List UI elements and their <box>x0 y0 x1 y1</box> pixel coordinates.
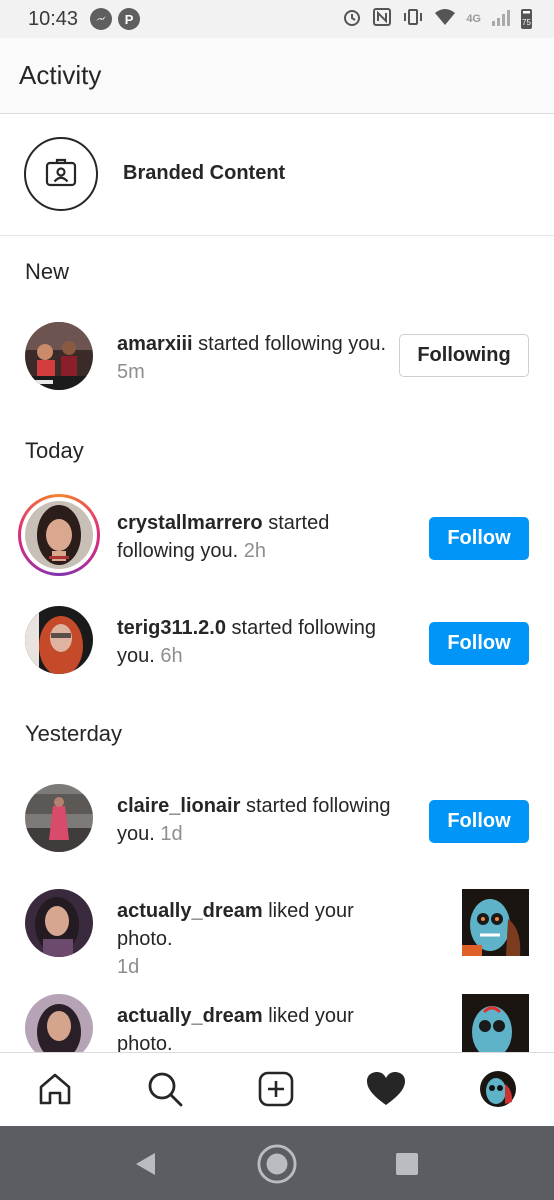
home-icon[interactable] <box>33 1067 77 1111</box>
avatar[interactable] <box>25 606 93 674</box>
new-post-icon[interactable] <box>254 1067 298 1111</box>
branded-content-row[interactable]: Branded Content <box>0 114 554 236</box>
username[interactable]: amarxiii <box>117 333 193 355</box>
recents-icon[interactable] <box>387 1144 427 1184</box>
section-yesterday: Yesterday <box>25 721 123 746</box>
battery-icon: 75 <box>521 9 532 29</box>
photo-thumbnail[interactable] <box>462 889 529 956</box>
wifi-icon <box>434 8 456 30</box>
section-today: Today <box>25 438 84 463</box>
avatar <box>25 501 93 569</box>
username[interactable]: actually_dream <box>117 900 263 922</box>
username[interactable]: claire_lionair <box>117 795 240 817</box>
activity-text: actually_dream liked your photo. 1d <box>117 897 407 981</box>
signal-icon <box>491 8 511 30</box>
follow-button[interactable]: Follow <box>429 517 529 560</box>
photo-thumbnail[interactable] <box>462 994 529 1061</box>
status-left: 10:43 P <box>28 7 141 31</box>
avatar[interactable] <box>25 889 93 957</box>
section-new: New <box>25 259 70 284</box>
avatar[interactable] <box>25 784 93 852</box>
pinterest-icon: P <box>118 8 141 30</box>
story-ring[interactable] <box>18 494 100 576</box>
timestamp: 1d <box>160 823 183 845</box>
messenger-icon <box>90 8 113 30</box>
status-time: 10:43 <box>28 7 79 30</box>
username[interactable]: actually_dream <box>117 1005 263 1027</box>
nfc-icon <box>372 7 392 31</box>
activity-text: claire_lionair started following you. 1d <box>117 792 407 848</box>
activity-row[interactable]: amarxiii started following you. 5m Follo… <box>0 311 554 401</box>
activity-row[interactable]: crystallmarrero started following you. 2… <box>0 490 554 580</box>
activity-row[interactable]: terig311.2.0 started following you. 6h F… <box>0 595 554 685</box>
activity-text: crystallmarrero started following you. 2… <box>117 509 407 565</box>
home-button-icon[interactable] <box>257 1144 297 1184</box>
badge-icon <box>24 137 98 211</box>
page-title: Activity <box>19 60 102 90</box>
battery-level: 75 <box>522 18 531 27</box>
timestamp: 6h <box>160 645 183 667</box>
vibrate-icon <box>402 7 424 31</box>
timestamp: 2h <box>243 540 266 562</box>
following-button[interactable]: Following <box>399 334 529 377</box>
follow-button[interactable]: Follow <box>429 622 529 665</box>
avatar[interactable] <box>25 322 93 390</box>
username[interactable]: terig311.2.0 <box>117 617 226 639</box>
alarm-icon <box>342 7 362 31</box>
activity-text: terig311.2.0 started following you. 6h <box>117 614 407 670</box>
follow-button[interactable]: Follow <box>429 800 529 843</box>
activity-text: amarxiii started following you. 5m <box>117 330 407 386</box>
search-icon[interactable] <box>143 1067 187 1111</box>
app-header: Activity <box>0 38 554 114</box>
network-type: 4G <box>466 13 481 25</box>
activity-action: started following you. <box>192 333 387 355</box>
bottom-nav <box>0 1052 554 1126</box>
activity-row[interactable]: actually_dream liked your photo. 1d <box>0 878 554 978</box>
android-nav-bar <box>0 1126 554 1200</box>
activity-row[interactable]: claire_lionair started following you. 1d… <box>0 773 554 863</box>
heart-icon[interactable] <box>364 1067 408 1111</box>
profile-avatar[interactable] <box>476 1067 520 1111</box>
branded-content-label: Branded Content <box>123 162 286 184</box>
username[interactable]: crystallmarrero <box>117 512 263 534</box>
back-icon[interactable] <box>125 1144 165 1184</box>
status-right: 4G 75 <box>342 7 532 31</box>
status-bar: 10:43 P 4G 75 <box>0 0 554 38</box>
timestamp: 1d <box>117 956 140 978</box>
timestamp: 5m <box>117 361 145 383</box>
